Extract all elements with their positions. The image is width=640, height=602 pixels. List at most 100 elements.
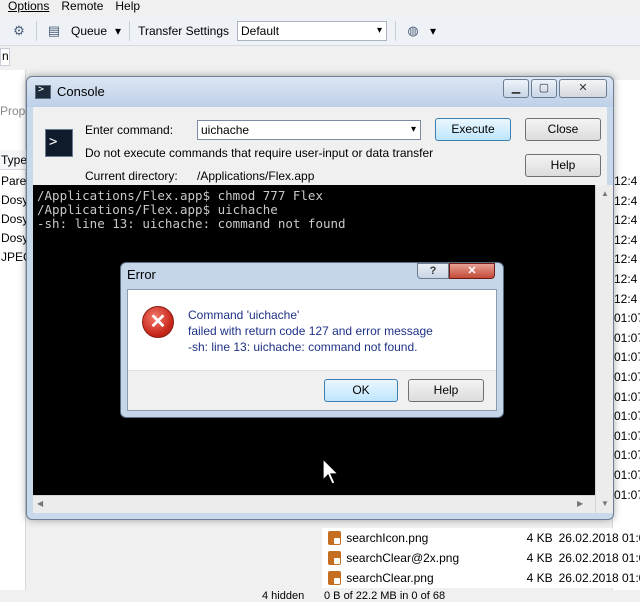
- error-message-line: failed with return code 127 and error me…: [188, 324, 433, 338]
- right-list-date[interactable]: 01:07: [614, 348, 640, 367]
- current-directory-label: Current directory:: [85, 169, 178, 183]
- right-list-date[interactable]: 01:07: [614, 407, 640, 426]
- console-command-panel: Enter command: uichache ▾ Do not execute…: [33, 107, 607, 185]
- file-size: 4 KB: [526, 551, 553, 565]
- enter-command-label: Enter command:: [85, 123, 174, 137]
- scroll-left-icon[interactable]: ◀: [37, 499, 43, 508]
- file-name: searchIcon.png: [346, 531, 429, 545]
- scroll-right-icon[interactable]: ▶: [577, 499, 583, 508]
- menu-bar: Options Remote Help: [0, 0, 640, 14]
- queue-dropdown-icon[interactable]: ▾: [115, 24, 121, 38]
- file-row[interactable]: searchClear.png 4 KB 26.02.2018 01:07: [322, 568, 640, 588]
- right-list-date[interactable]: 12:4: [614, 270, 640, 289]
- vertical-scrollbar[interactable]: ▲ ▼: [595, 185, 613, 513]
- right-list-date[interactable]: 12:4: [614, 172, 640, 191]
- output-line: -sh: line 13: uichache: command not foun…: [37, 216, 346, 231]
- close-window-button[interactable]: ✕: [559, 79, 607, 98]
- left-list-item[interactable]: Dosy: [0, 229, 26, 248]
- ok-button[interactable]: OK: [324, 379, 398, 402]
- network-globe-icon[interactable]: ◍: [404, 22, 422, 40]
- console-app-icon: [35, 84, 51, 99]
- right-list-date[interactable]: 01:07: [614, 368, 640, 387]
- maximize-button[interactable]: ▢: [531, 79, 557, 98]
- error-icon: ✕: [142, 306, 174, 338]
- file-size: 4 KB: [526, 571, 553, 585]
- right-list-date[interactable]: 01:07: [614, 309, 640, 328]
- console-titlebar[interactable]: Console ▁ ▢ ✕: [27, 77, 613, 107]
- horizontal-scrollbar[interactable]: ◀ ▶: [33, 495, 595, 513]
- scroll-up-icon[interactable]: ▲: [601, 189, 609, 198]
- left-list-item[interactable]: JPEG: [0, 248, 26, 267]
- left-list-item[interactable]: Pare: [0, 172, 26, 191]
- file-date: 26.02.2018 01:07: [558, 571, 640, 585]
- right-list-date[interactable]: 01:07: [614, 486, 640, 505]
- transfer-settings-label: Transfer Settings: [138, 23, 229, 38]
- error-dialog-title: Error: [127, 267, 156, 282]
- right-list-date[interactable]: 01:07: [614, 329, 640, 348]
- menu-options[interactable]: Options: [8, 0, 49, 14]
- type-column-header[interactable]: Type: [0, 150, 27, 170]
- png-file-icon: [328, 551, 342, 565]
- terminal-icon: [45, 129, 73, 157]
- right-list-date[interactable]: 01:07: [614, 446, 640, 465]
- execute-button[interactable]: Execute: [435, 118, 511, 141]
- menu-help[interactable]: Help: [115, 0, 140, 14]
- scroll-down-icon[interactable]: ▼: [601, 499, 609, 508]
- right-list-date[interactable]: 12:4: [614, 250, 640, 269]
- right-list-date[interactable]: 01:07: [614, 388, 640, 407]
- file-name: searchClear@2x.png: [346, 551, 460, 565]
- close-button[interactable]: Close: [525, 118, 601, 141]
- file-row[interactable]: searchClear@2x.png 4 KB 26.02.2018 01:07: [322, 548, 640, 568]
- mouse-cursor-icon: [322, 458, 340, 485]
- error-message-line: Command 'uichache': [188, 308, 300, 322]
- toolbar-separator: [395, 20, 396, 41]
- globe-dropdown-icon[interactable]: ▾: [430, 24, 436, 38]
- file-row[interactable]: searchIcon.png 4 KB 26.02.2018 01:07: [322, 528, 640, 548]
- warning-text: Do not execute commands that require use…: [85, 146, 434, 160]
- file-size: 4 KB: [526, 531, 553, 545]
- right-list-date[interactable]: 12:4: [614, 231, 640, 250]
- png-file-icon: [328, 531, 342, 545]
- toolbar-separator: [129, 20, 131, 41]
- right-list-date[interactable]: 01:07: [614, 466, 640, 485]
- output-line: /Applications/Flex.app$ uichache: [37, 202, 278, 217]
- command-input[interactable]: uichache ▾: [197, 120, 421, 140]
- current-directory-value: /Applications/Flex.app: [197, 169, 315, 183]
- file-date: 26.02.2018 01:07: [558, 531, 640, 545]
- transfer-settings-select[interactable]: Default: [237, 20, 387, 41]
- right-list-date[interactable]: 01:07: [614, 427, 640, 446]
- command-value: uichache: [201, 123, 250, 137]
- file-date: 26.02.2018 01:07: [558, 551, 640, 565]
- properties-label[interactable]: Prope: [0, 104, 32, 118]
- close-dialog-button[interactable]: ✕: [449, 263, 495, 279]
- console-title: Console: [57, 84, 105, 99]
- left-list-item[interactable]: Dosy: [0, 210, 26, 229]
- right-list-date[interactable]: 12:4: [614, 290, 640, 309]
- error-dialog: Error ? ✕ ✕ Command 'uichache' failed wi…: [120, 262, 504, 418]
- error-dialog-footer: OK Help: [128, 370, 496, 410]
- png-file-icon: [328, 571, 342, 585]
- error-dialog-body: ✕ Command 'uichache' failed with return …: [127, 289, 497, 411]
- selection-summary: 0 B of 22.2 MB in 0 of 68: [324, 590, 446, 602]
- preferences-icon[interactable]: ⚙: [10, 22, 28, 40]
- output-line: /Applications/Flex.app$ chmod 777 Flex: [37, 188, 323, 203]
- help-button[interactable]: Help: [525, 154, 601, 177]
- right-list-date[interactable]: 12:4: [614, 192, 640, 211]
- queue-icon[interactable]: ▤: [45, 22, 63, 40]
- hidden-count: 4 hidden: [262, 590, 305, 602]
- toolbar: ⚙ ▤ Queue ▾ Transfer Settings Default ◍ …: [0, 16, 640, 46]
- right-list-date[interactable]: 12:4: [614, 211, 640, 230]
- help-question-button[interactable]: ?: [417, 263, 449, 279]
- error-help-button[interactable]: Help: [408, 379, 484, 402]
- status-bar: 4 hidden 0 B of 22.2 MB in 0 of 68: [0, 590, 640, 602]
- chevron-down-icon[interactable]: ▾: [411, 121, 416, 139]
- session-tab[interactable]: n: [0, 48, 10, 66]
- left-file-pane: [0, 70, 26, 590]
- menu-remote[interactable]: Remote: [61, 0, 103, 14]
- minimize-button[interactable]: ▁: [503, 79, 529, 98]
- file-name: searchClear.png: [346, 571, 434, 585]
- left-list-item[interactable]: Dosy: [0, 191, 26, 210]
- toolbar-separator: [36, 20, 37, 41]
- error-message-line: -sh: line 13: uichache: command not foun…: [188, 340, 418, 354]
- queue-button[interactable]: Queue: [71, 24, 107, 38]
